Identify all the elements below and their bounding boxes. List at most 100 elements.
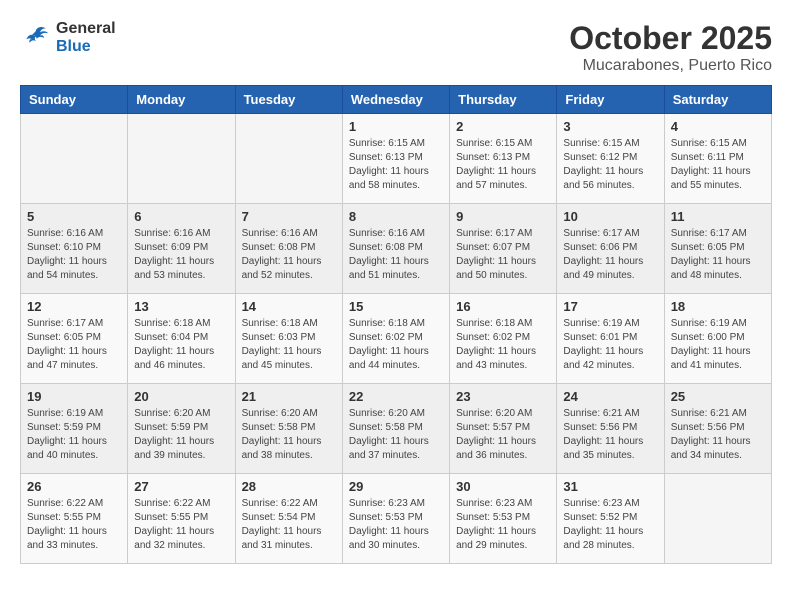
- logo-text: General Blue: [56, 20, 116, 56]
- day-info: Sunrise: 6:19 AM Sunset: 5:59 PM Dayligh…: [27, 407, 121, 463]
- calendar-cell: 25 Sunrise: 6:21 AM Sunset: 5:56 PM Dayli…: [664, 384, 771, 474]
- calendar-cell: 9 Sunrise: 6:17 AM Sunset: 6:07 PM Daylig…: [450, 204, 557, 294]
- day-number: 15: [349, 299, 443, 314]
- day-info: Sunrise: 6:18 AM Sunset: 6:02 PM Dayligh…: [456, 317, 550, 373]
- day-number: 18: [671, 299, 765, 314]
- day-number: 7: [242, 209, 336, 224]
- page-header: General Blue October 2025 Mucarabones, P…: [20, 20, 772, 75]
- calendar-cell: 4 Sunrise: 6:15 AM Sunset: 6:11 PM Daylig…: [664, 114, 771, 204]
- calendar-cell: 19 Sunrise: 6:19 AM Sunset: 5:59 PM Dayli…: [21, 384, 128, 474]
- calendar-week-row: 5 Sunrise: 6:16 AM Sunset: 6:10 PM Daylig…: [21, 204, 772, 294]
- day-number: 22: [349, 389, 443, 404]
- day-info: Sunrise: 6:22 AM Sunset: 5:55 PM Dayligh…: [27, 497, 121, 553]
- weekday-header-row: SundayMondayTuesdayWednesdayThursdayFrid…: [21, 86, 772, 114]
- day-info: Sunrise: 6:20 AM Sunset: 5:57 PM Dayligh…: [456, 407, 550, 463]
- day-info: Sunrise: 6:17 AM Sunset: 6:05 PM Dayligh…: [27, 317, 121, 373]
- day-info: Sunrise: 6:21 AM Sunset: 5:56 PM Dayligh…: [671, 407, 765, 463]
- day-number: 13: [134, 299, 228, 314]
- day-info: Sunrise: 6:15 AM Sunset: 6:12 PM Dayligh…: [563, 137, 657, 193]
- day-info: Sunrise: 6:17 AM Sunset: 6:05 PM Dayligh…: [671, 227, 765, 283]
- day-number: 17: [563, 299, 657, 314]
- day-info: Sunrise: 6:16 AM Sunset: 6:08 PM Dayligh…: [242, 227, 336, 283]
- title-section: October 2025 Mucarabones, Puerto Rico: [569, 20, 772, 75]
- day-number: 5: [27, 209, 121, 224]
- day-info: Sunrise: 6:17 AM Sunset: 6:07 PM Dayligh…: [456, 227, 550, 283]
- calendar-cell: [235, 114, 342, 204]
- calendar-cell: 17 Sunrise: 6:19 AM Sunset: 6:01 PM Dayli…: [557, 294, 664, 384]
- calendar-week-row: 19 Sunrise: 6:19 AM Sunset: 5:59 PM Dayli…: [21, 384, 772, 474]
- day-number: 16: [456, 299, 550, 314]
- day-number: 24: [563, 389, 657, 404]
- calendar-week-row: 26 Sunrise: 6:22 AM Sunset: 5:55 PM Dayli…: [21, 474, 772, 564]
- calendar-table: SundayMondayTuesdayWednesdayThursdayFrid…: [20, 85, 772, 564]
- calendar-cell: 1Sunrise: 6:15 AM Sunset: 6:13 PM Daylig…: [342, 114, 449, 204]
- day-info: Sunrise: 6:20 AM Sunset: 5:59 PM Dayligh…: [134, 407, 228, 463]
- day-number: 11: [671, 209, 765, 224]
- day-number: 9: [456, 209, 550, 224]
- day-number: 30: [456, 479, 550, 494]
- calendar-cell: 26 Sunrise: 6:22 AM Sunset: 5:55 PM Dayli…: [21, 474, 128, 564]
- day-number: 25: [671, 389, 765, 404]
- day-info: Sunrise: 6:18 AM Sunset: 6:02 PM Dayligh…: [349, 317, 443, 373]
- day-info: Sunrise: 6:23 AM Sunset: 5:53 PM Dayligh…: [349, 497, 443, 553]
- calendar-cell: 13Sunrise: 6:18 AM Sunset: 6:04 PM Dayli…: [128, 294, 235, 384]
- day-number: 6: [134, 209, 228, 224]
- day-number: 10: [563, 209, 657, 224]
- day-info: Sunrise: 6:15 AM Sunset: 6:13 PM Dayligh…: [456, 137, 550, 193]
- day-info: Sunrise: 6:15 AM Sunset: 6:11 PM Dayligh…: [671, 137, 765, 193]
- day-number: 27: [134, 479, 228, 494]
- calendar-cell: [664, 474, 771, 564]
- day-number: 20: [134, 389, 228, 404]
- calendar-cell: 24Sunrise: 6:21 AM Sunset: 5:56 PM Dayli…: [557, 384, 664, 474]
- calendar-cell: 8Sunrise: 6:16 AM Sunset: 6:08 PM Daylig…: [342, 204, 449, 294]
- calendar-cell: 30 Sunrise: 6:23 AM Sunset: 5:53 PM Dayli…: [450, 474, 557, 564]
- weekday-header: Tuesday: [235, 86, 342, 114]
- calendar-cell: 31 Sunrise: 6:23 AM Sunset: 5:52 PM Dayli…: [557, 474, 664, 564]
- day-info: Sunrise: 6:22 AM Sunset: 5:55 PM Dayligh…: [134, 497, 228, 553]
- calendar-cell: [128, 114, 235, 204]
- day-info: Sunrise: 6:23 AM Sunset: 5:53 PM Dayligh…: [456, 497, 550, 553]
- logo: General Blue: [20, 20, 116, 56]
- weekday-header: Saturday: [664, 86, 771, 114]
- calendar-cell: 5 Sunrise: 6:16 AM Sunset: 6:10 PM Daylig…: [21, 204, 128, 294]
- day-number: 3: [563, 119, 657, 134]
- day-info: Sunrise: 6:23 AM Sunset: 5:52 PM Dayligh…: [563, 497, 657, 553]
- day-info: Sunrise: 6:20 AM Sunset: 5:58 PM Dayligh…: [242, 407, 336, 463]
- day-info: Sunrise: 6:19 AM Sunset: 6:01 PM Dayligh…: [563, 317, 657, 373]
- day-info: Sunrise: 6:18 AM Sunset: 6:03 PM Dayligh…: [242, 317, 336, 373]
- calendar-cell: 3 Sunrise: 6:15 AM Sunset: 6:12 PM Daylig…: [557, 114, 664, 204]
- day-number: 31: [563, 479, 657, 494]
- day-number: 21: [242, 389, 336, 404]
- weekday-header: Sunday: [21, 86, 128, 114]
- weekday-header: Friday: [557, 86, 664, 114]
- calendar-cell: 16 Sunrise: 6:18 AM Sunset: 6:02 PM Dayli…: [450, 294, 557, 384]
- weekday-header: Wednesday: [342, 86, 449, 114]
- day-number: 26: [27, 479, 121, 494]
- day-info: Sunrise: 6:16 AM Sunset: 6:08 PM Dayligh…: [349, 227, 443, 283]
- day-number: 12: [27, 299, 121, 314]
- calendar-cell: 7 Sunrise: 6:16 AM Sunset: 6:08 PM Daylig…: [235, 204, 342, 294]
- calendar-cell: 27 Sunrise: 6:22 AM Sunset: 5:55 PM Dayli…: [128, 474, 235, 564]
- weekday-header: Monday: [128, 86, 235, 114]
- day-info: Sunrise: 6:15 AM Sunset: 6:13 PM Dayligh…: [349, 137, 443, 193]
- day-number: 23: [456, 389, 550, 404]
- day-number: 4: [671, 119, 765, 134]
- logo-bird-icon: [20, 22, 52, 54]
- calendar-cell: 2Sunrise: 6:15 AM Sunset: 6:13 PM Daylig…: [450, 114, 557, 204]
- day-number: 19: [27, 389, 121, 404]
- calendar-cell: 12 Sunrise: 6:17 AM Sunset: 6:05 PM Dayli…: [21, 294, 128, 384]
- calendar-cell: 11 Sunrise: 6:17 AM Sunset: 6:05 PM Dayli…: [664, 204, 771, 294]
- calendar-cell: 10 Sunrise: 6:17 AM Sunset: 6:06 PM Dayli…: [557, 204, 664, 294]
- day-info: Sunrise: 6:17 AM Sunset: 6:06 PM Dayligh…: [563, 227, 657, 283]
- calendar-cell: 6 Sunrise: 6:16 AM Sunset: 6:09 PM Daylig…: [128, 204, 235, 294]
- calendar-week-row: 1Sunrise: 6:15 AM Sunset: 6:13 PM Daylig…: [21, 114, 772, 204]
- day-info: Sunrise: 6:19 AM Sunset: 6:00 PM Dayligh…: [671, 317, 765, 373]
- calendar-cell: 29Sunrise: 6:23 AM Sunset: 5:53 PM Dayli…: [342, 474, 449, 564]
- day-info: Sunrise: 6:16 AM Sunset: 6:10 PM Dayligh…: [27, 227, 121, 283]
- calendar-cell: [21, 114, 128, 204]
- calendar-cell: 18 Sunrise: 6:19 AM Sunset: 6:00 PM Dayli…: [664, 294, 771, 384]
- day-info: Sunrise: 6:16 AM Sunset: 6:09 PM Dayligh…: [134, 227, 228, 283]
- month-title: October 2025: [569, 20, 772, 57]
- location-title: Mucarabones, Puerto Rico: [569, 57, 772, 75]
- day-number: 28: [242, 479, 336, 494]
